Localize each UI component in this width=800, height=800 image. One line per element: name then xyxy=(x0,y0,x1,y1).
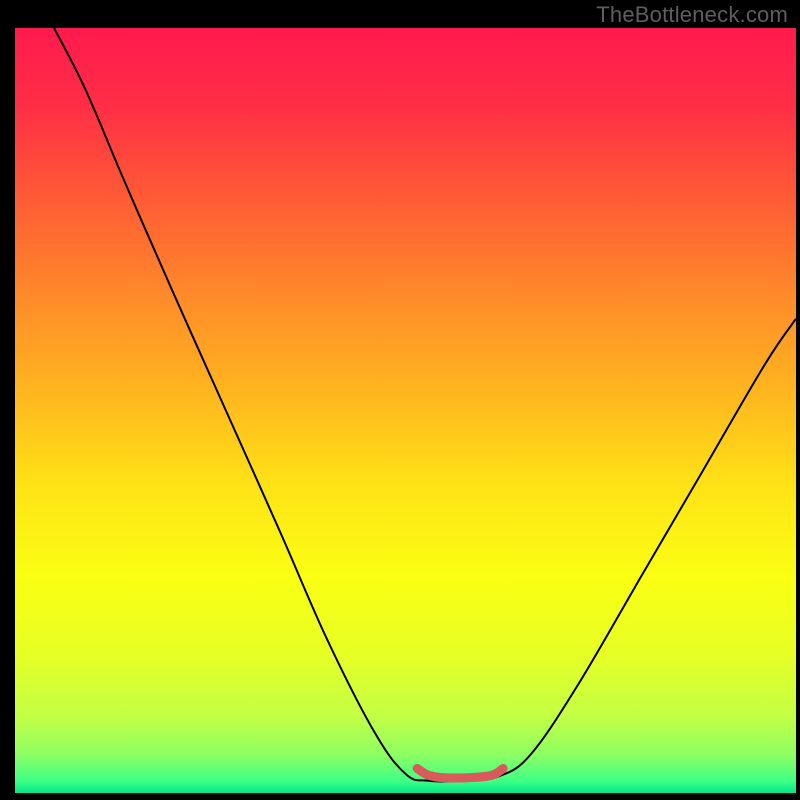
bottleneck-chart xyxy=(15,28,796,793)
watermark-text: TheBottleneck.com xyxy=(596,2,788,28)
chart-background xyxy=(15,28,796,793)
chart-svg xyxy=(15,28,796,793)
